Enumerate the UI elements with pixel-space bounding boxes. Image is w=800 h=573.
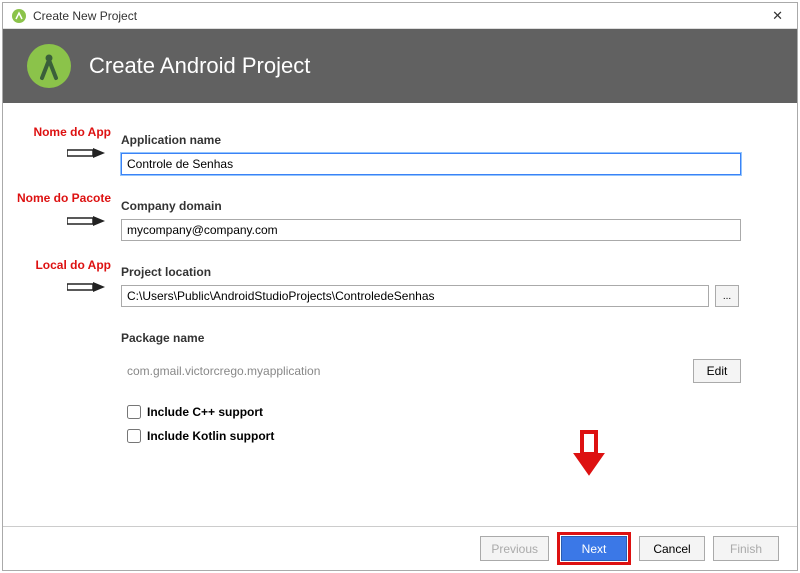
wizard-header: Create Android Project <box>3 29 797 103</box>
include-kotlin-label: Include Kotlin support <box>147 429 274 443</box>
browse-button[interactable]: ... <box>715 285 739 307</box>
annotation-next-highlight: Next <box>557 532 631 565</box>
package-name-value: com.gmail.victorcrego.myapplication <box>121 364 320 378</box>
field-package-name: Package name com.gmail.victorcrego.myapp… <box>121 331 749 383</box>
titlebar: Create New Project ✕ <box>3 3 797 29</box>
company-domain-label: Company domain <box>121 199 749 213</box>
dialog-window: Create New Project ✕ Create Android Proj… <box>2 2 798 571</box>
cancel-button[interactable]: Cancel <box>639 536 705 561</box>
field-company-domain: Company domain <box>121 199 749 241</box>
wizard-heading: Create Android Project <box>89 53 310 79</box>
annotation-arrow-icon <box>67 147 105 161</box>
next-button[interactable]: Next <box>561 536 627 561</box>
wizard-footer: Previous Next Cancel Finish <box>3 526 797 570</box>
previous-button[interactable]: Previous <box>480 536 549 561</box>
annotation-arrow-icon <box>67 281 105 295</box>
android-studio-icon <box>11 8 27 24</box>
package-name-label: Package name <box>121 331 749 345</box>
application-name-input[interactable] <box>121 153 741 175</box>
company-domain-input[interactable] <box>121 219 741 241</box>
include-cpp-checkbox[interactable] <box>127 405 141 419</box>
window-title: Create New Project <box>33 9 766 23</box>
annotation-app-name: Nome do App <box>15 125 111 139</box>
annotation-arrow-down-icon <box>569 430 609 476</box>
include-cpp-label: Include C++ support <box>147 405 263 419</box>
annotation-arrow-icon <box>67 215 105 229</box>
field-project-location: Project location ... <box>121 265 749 307</box>
annotation-app-location: Local do App <box>15 258 111 272</box>
close-icon[interactable]: ✕ <box>766 8 789 24</box>
project-location-label: Project location <box>121 265 749 279</box>
include-kotlin-checkbox[interactable] <box>127 429 141 443</box>
finish-button[interactable]: Finish <box>713 536 779 561</box>
annotation-package-name: Nome do Pacote <box>15 191 111 205</box>
wizard-content: Nome do App Nome do Pacote Local do App … <box>3 103 797 526</box>
application-name-label: Application name <box>121 133 749 147</box>
project-location-input[interactable] <box>121 285 709 307</box>
field-application-name: Application name <box>121 133 749 175</box>
support-options: Include C++ support Include Kotlin suppo… <box>121 405 749 443</box>
android-studio-logo-icon <box>25 42 73 90</box>
edit-package-button[interactable]: Edit <box>693 359 741 383</box>
